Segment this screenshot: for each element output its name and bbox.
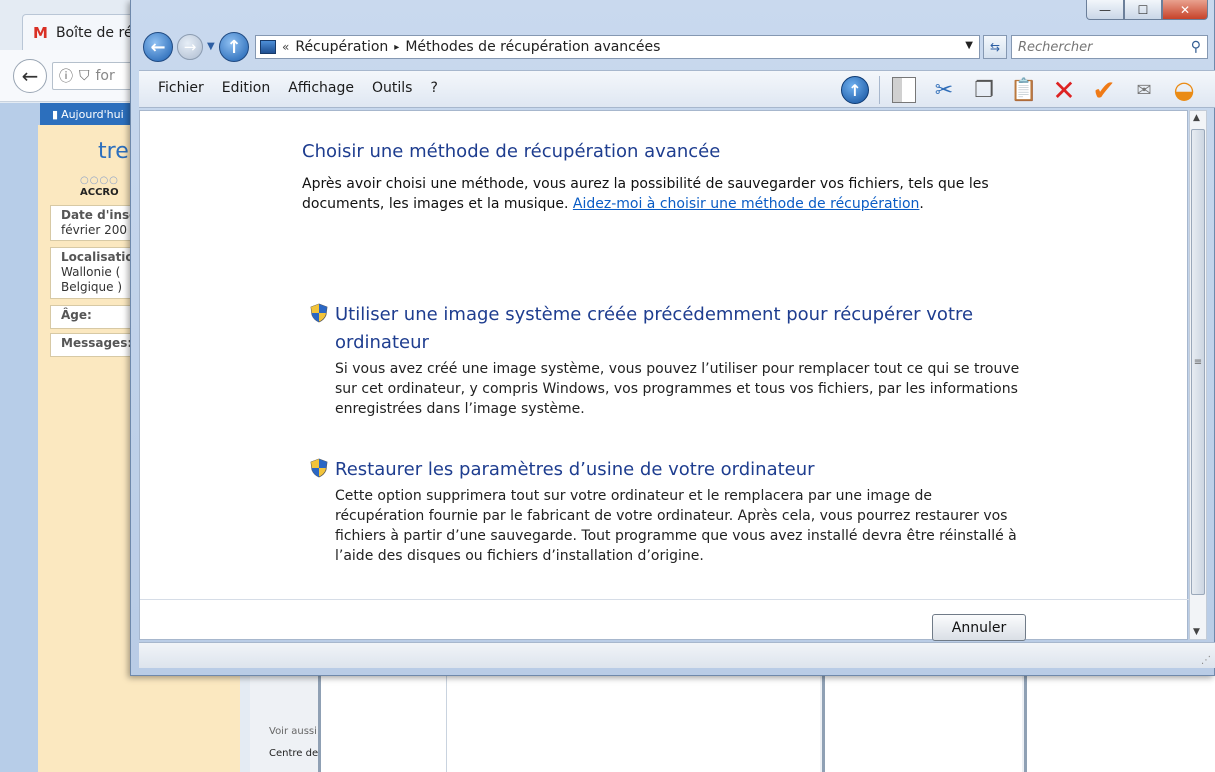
field-label: Localisatio xyxy=(61,250,134,264)
resize-grip-icon[interactable]: ⋰ xyxy=(1201,655,1211,666)
scroll-down-icon[interactable]: ▼ xyxy=(1193,627,1200,637)
search-input[interactable] xyxy=(1018,39,1178,55)
minimize-button[interactable]: — xyxy=(1086,0,1124,20)
status-bar: ⋰ xyxy=(139,642,1215,668)
search-box[interactable]: ⚲ xyxy=(1011,35,1208,59)
option-title[interactable]: Utiliser une image système créée précéde… xyxy=(335,301,1015,357)
breadcrumb-separator-icon[interactable]: ▸ xyxy=(394,42,399,53)
up-folder-icon: ↑ xyxy=(841,76,869,104)
copy-icon[interactable]: ❐ xyxy=(968,74,1000,106)
shell-icon[interactable]: ◒ xyxy=(1168,74,1200,106)
forum-tab-label: Aujourd'hui xyxy=(61,107,124,121)
close-button[interactable]: ✕ xyxy=(1162,0,1208,20)
field-value: Wallonie ( xyxy=(61,265,121,279)
field-value: Belgique ) xyxy=(61,280,123,294)
paste-icon[interactable]: 📋 xyxy=(1008,74,1040,106)
page-title: Choisir une méthode de récupération avan… xyxy=(302,141,721,162)
gmail-icon: M xyxy=(33,23,48,42)
panel-icon xyxy=(892,77,916,103)
background-panel xyxy=(1024,676,1215,772)
cancel-button[interactable]: Annuler xyxy=(932,614,1026,641)
arrow-left-icon: ← xyxy=(150,36,166,58)
rank-label: ACCRO xyxy=(80,187,119,198)
scroll-up-icon[interactable]: ▲ xyxy=(1193,113,1200,123)
option-description: Si vous avez créé une image système, vou… xyxy=(335,361,1020,417)
back-button[interactable]: ← xyxy=(143,32,173,62)
menu-file[interactable]: Fichier xyxy=(149,80,213,96)
check-icon[interactable]: ✔ xyxy=(1088,74,1120,107)
control-panel-icon xyxy=(260,40,276,54)
refresh-icon: ⇆ xyxy=(989,40,1001,54)
option-description: Cette option supprimera tout sur votre o… xyxy=(335,488,1017,564)
arrow-right-icon: → xyxy=(183,38,197,56)
menu-tools[interactable]: Outils xyxy=(363,80,421,96)
uac-shield-icon xyxy=(310,458,328,478)
menu-toolbar-row: Fichier Edition Affichage Outils ? ↑ ✂ ❐… xyxy=(139,70,1215,108)
refresh-button[interactable]: ⇆ xyxy=(983,35,1007,59)
help-link[interactable]: Aidez-moi à choisir une méthode de récup… xyxy=(573,196,920,212)
cut-icon[interactable]: ✂ xyxy=(928,74,960,106)
toolbar: ↑ ✂ ❐ 📋 ✕ ✔ ✉ ◒ xyxy=(839,74,1200,107)
grip-icon: ≡ xyxy=(1193,356,1203,368)
delete-icon[interactable]: ✕ xyxy=(1048,74,1080,107)
address-row: ← → ▼ ↑ « Récupération ▸ Méthodes de réc… xyxy=(139,30,1214,64)
recovery-window: — ☐ ✕ ← → ▼ ↑ « Récupération ▸ Méthodes … xyxy=(130,0,1215,676)
arrow-up-icon: ↑ xyxy=(226,36,242,58)
field-value: février 200 xyxy=(61,223,128,237)
intro-end: . xyxy=(919,196,924,212)
content-pane: Choisir une méthode de récupération avan… xyxy=(139,110,1189,641)
address-bar[interactable]: « Récupération ▸ Méthodes de récupératio… xyxy=(255,35,980,59)
toolbar-up-button[interactable]: ↑ xyxy=(839,74,871,106)
footer-divider xyxy=(140,599,1189,600)
forum-username[interactable]: tre xyxy=(98,139,129,164)
vertical-scrollbar[interactable]: ▲ ≡ ▼ xyxy=(1189,110,1207,640)
forward-button[interactable]: → xyxy=(177,34,203,60)
intro-text: Après avoir choisi une méthode, vous aur… xyxy=(302,174,1042,214)
toolbar-panel-button[interactable] xyxy=(888,74,920,106)
up-button[interactable]: ↑ xyxy=(219,32,249,62)
scroll-thumb[interactable]: ≡ xyxy=(1191,129,1205,595)
menu-help[interactable]: ? xyxy=(421,80,446,96)
window-controls: — ☐ ✕ xyxy=(1086,0,1208,20)
background-panel xyxy=(318,676,446,772)
info-icon: ⓘ xyxy=(59,69,73,85)
maximize-button[interactable]: ☐ xyxy=(1124,0,1162,20)
breadcrumb-overflow[interactable]: « xyxy=(282,40,289,54)
search-icon[interactable]: ⚲ xyxy=(1191,39,1201,55)
option-title[interactable]: Restaurer les paramètres d’usine de votr… xyxy=(335,456,1015,484)
menu-view[interactable]: Affichage xyxy=(279,80,363,96)
page-icon: ▮ xyxy=(52,107,59,121)
breadcrumb-advanced-methods[interactable]: Méthodes de récupération avancées xyxy=(405,39,660,55)
browser-url-text: for xyxy=(95,68,115,84)
center-link[interactable]: Centre de xyxy=(269,748,318,759)
field-label: Date d'insc xyxy=(61,208,137,222)
browser-back-button[interactable]: ← xyxy=(13,59,47,93)
field-label: Âge: xyxy=(61,308,92,322)
background-panel xyxy=(446,676,820,772)
background-panel xyxy=(822,676,1022,772)
history-dropdown-icon[interactable]: ▼ xyxy=(207,41,215,52)
browser-tab-title: Boîte de ré xyxy=(55,24,133,41)
address-dropdown-icon[interactable]: ▼ xyxy=(965,40,973,51)
see-also-text: Voir aussi xyxy=(269,726,317,737)
rank-dots: ○○○○ xyxy=(80,175,119,186)
menubar: Fichier Edition Affichage Outils ? xyxy=(149,80,447,96)
mail-icon[interactable]: ✉ xyxy=(1128,74,1160,106)
field-label: Messages: xyxy=(61,336,133,350)
menu-edit[interactable]: Edition xyxy=(213,80,279,96)
toolbar-separator xyxy=(879,76,880,104)
uac-shield-icon xyxy=(310,303,328,323)
breadcrumb-recovery[interactable]: Récupération xyxy=(295,39,388,55)
shield-outline-icon: ⛉ xyxy=(79,68,90,84)
